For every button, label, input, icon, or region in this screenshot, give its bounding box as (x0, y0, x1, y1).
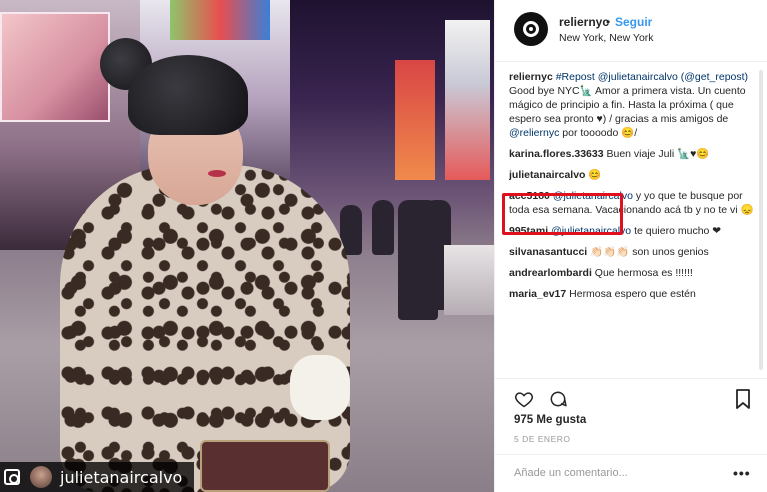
caption-mention[interactable]: #Repost (556, 71, 595, 83)
scrollbar[interactable] (759, 70, 763, 370)
caption-mention[interactable]: @reliernyc (509, 127, 559, 139)
post-photo[interactable]: julietanaircalvo (0, 0, 494, 492)
comment-username[interactable]: andrearlombardi (509, 267, 592, 279)
comment-input[interactable] (514, 467, 714, 479)
like-count[interactable]: 975 Me gusta (514, 414, 586, 426)
comment-text: Que hermosa es !!!!!! (594, 267, 693, 279)
comment-text: 😊 (588, 169, 602, 181)
lips (208, 170, 226, 177)
separator-dot: • (606, 15, 611, 29)
comment-text: Buen viaje Juli 🗽♥😊 (606, 148, 710, 160)
comment-text: te quiero mucho ❤ (631, 225, 722, 237)
comment-row: andrearlombardi Que hermosa es !!!!!! (509, 266, 759, 280)
billboard (170, 0, 270, 40)
highlight-box (502, 193, 623, 235)
post-sidebar: reliernyc • Seguir New York, New York re… (494, 0, 767, 492)
pedestrian (372, 200, 394, 255)
caption-text-part: Good bye NYC🗽 Amor a primera vista. Un c… (509, 85, 746, 125)
follow-button[interactable]: Seguir (615, 15, 652, 29)
comment-username[interactable]: karina.flores.33633 (509, 148, 604, 160)
caption-text-part: por toooodo 😊/ (559, 127, 638, 139)
comment-username[interactable]: julietanaircalvo (509, 169, 585, 181)
more-options-icon[interactable]: ••• (733, 465, 751, 481)
comment-bubble-icon[interactable] (548, 389, 568, 409)
avatar[interactable] (514, 12, 548, 46)
handbag (200, 440, 330, 492)
billboard (395, 60, 435, 180)
billboard (0, 12, 110, 122)
comment-username[interactable]: silvanasantucci (509, 246, 587, 258)
caption-mention[interactable]: @julietanaircalvo (598, 71, 678, 83)
comment-row: karina.flores.33633 Buen viaje Juli 🗽♥😊 (509, 147, 759, 161)
bookmark-icon[interactable] (735, 389, 751, 409)
comment-text: 👏🏻👏🏻👏🏻 son unos genios (590, 246, 709, 258)
watermark-username: julietanaircalvo (60, 467, 183, 487)
repost-watermark: julietanaircalvo (0, 462, 195, 492)
comment-row: julietanaircalvo 😊 (509, 168, 759, 182)
caption-mention[interactable]: (@get_repost) (681, 71, 748, 83)
header-username[interactable]: reliernyc (559, 15, 609, 29)
location-link[interactable]: New York, New York (559, 32, 654, 44)
comment-text: Hermosa espero que estén (569, 288, 696, 300)
billboard (445, 20, 490, 180)
comment-bar: ••• (495, 454, 767, 492)
camera-icon (4, 469, 20, 485)
heart-icon[interactable] (514, 389, 534, 409)
target-logo-icon (523, 21, 539, 37)
comment-row: maria_ev17 Hermosa espero que estén (509, 287, 759, 301)
comment-row: silvanasantucci 👏🏻👏🏻👏🏻 son unos genios (509, 245, 759, 259)
caption-username[interactable]: reliernyc (509, 71, 553, 83)
action-bar (495, 378, 767, 414)
mitten (290, 355, 350, 420)
barrier (444, 245, 494, 315)
beanie-hat (128, 55, 248, 135)
avatar (30, 466, 52, 488)
post-date: 5 DE ENERO (514, 434, 571, 444)
caption: reliernyc #Repost @julietanaircalvo (@ge… (509, 70, 759, 140)
comment-username[interactable]: maria_ev17 (509, 288, 566, 300)
post-header: reliernyc • Seguir New York, New York (495, 0, 767, 62)
